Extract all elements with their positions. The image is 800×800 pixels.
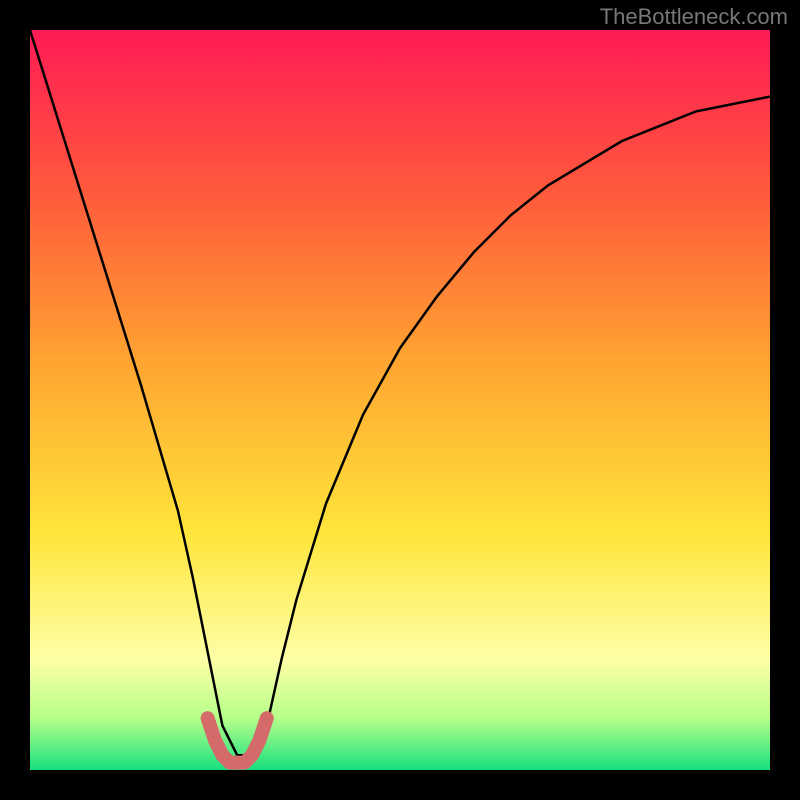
chart-frame: [30, 30, 770, 770]
watermark-text: TheBottleneck.com: [600, 4, 788, 30]
chart-background: [30, 30, 770, 770]
chart-svg: [30, 30, 770, 770]
